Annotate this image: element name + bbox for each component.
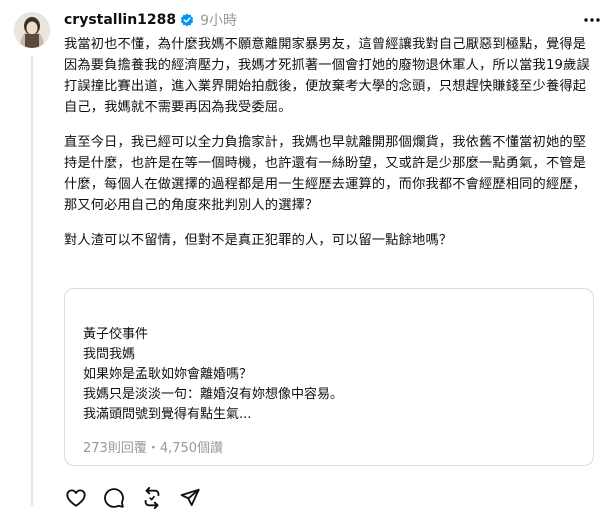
post-paragraph-3: 對人渣可以不留情，但對不是真正犯罪的人，可以留一點餘地嗎？	[64, 233, 453, 248]
quoted-post-card[interactable]: 黃子佼事件 我問我媽 如果妳是孟耿如妳會離婚嗎？ 我媽只是淡淡一句：離婚沒有妳想…	[64, 288, 594, 466]
quoted-post-stats[interactable]: 273則回覆・4,750個讚	[83, 437, 223, 456]
timestamp: 9小時	[200, 13, 238, 29]
quoted-line: 我問我媽	[83, 347, 136, 362]
quoted-line: 我媽只是淡淡一句：離婚沒有妳想像中容易。	[83, 387, 344, 402]
action-bar	[64, 486, 202, 510]
post-paragraph-1: 我當初也不懂，為什麼我媽不願意離開家暴男友，這曾經讓我對自己厭惡到極點，覺得是因…	[64, 37, 590, 115]
thread-line	[31, 56, 33, 506]
quoted-line: 我滿頭問號到覺得有點生氣...	[83, 407, 252, 422]
post-header: crystallin1288 9小時	[64, 10, 602, 30]
heart-icon[interactable]	[64, 486, 88, 510]
quoted-line: 如果妳是孟耿如妳會離婚嗎？	[83, 367, 253, 382]
quoted-line: 黃子佼事件	[83, 327, 149, 342]
verified-badge-icon	[180, 13, 194, 27]
comment-icon[interactable]	[102, 486, 126, 510]
quoted-post-text: 黃子佼事件 我問我媽 如果妳是孟耿如妳會離婚嗎？ 我媽只是淡淡一句：離婚沒有妳想…	[83, 325, 343, 425]
share-icon[interactable]	[178, 486, 202, 510]
more-options-icon[interactable]	[582, 10, 602, 30]
post-paragraph-2: 直至今日，我已經可以全力負擔家計，我媽也早就離開那個爛貨，我依舊不懂當初她的堅持…	[64, 135, 587, 213]
avatar[interactable]	[14, 12, 50, 48]
avatar-image	[14, 12, 50, 48]
username[interactable]: crystallin1288	[64, 12, 176, 28]
repost-icon[interactable]	[140, 486, 164, 510]
post-body: 我當初也不懂，為什麼我媽不願意離開家暴男友，這曾經讓我對自己厭惡到極點，覺得是因…	[64, 34, 594, 265]
